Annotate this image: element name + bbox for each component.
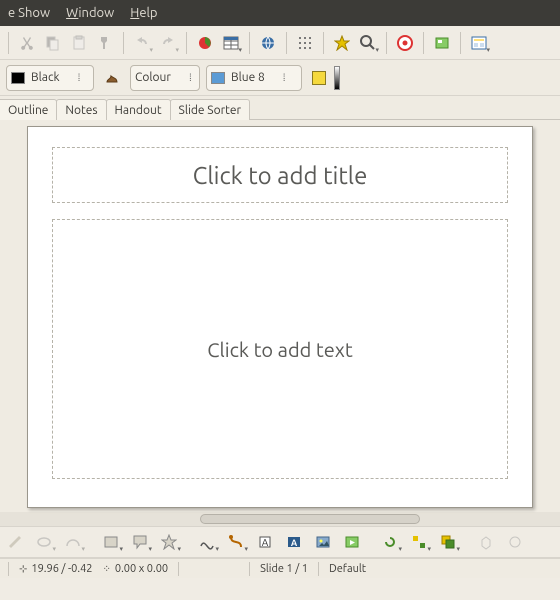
menu-window[interactable]: Window [58,2,122,24]
chevron-down-icon: ⁞ [66,72,81,84]
chevron-down-icon: ⁞ [271,72,286,84]
rotate-tool[interactable]: ▾ [377,530,403,554]
fill-color-label: Blue 8 [231,71,265,84]
menu-slideshow[interactable]: e Show [0,2,58,24]
separator [386,32,387,54]
status-template: Default [329,563,366,575]
separator [178,562,179,576]
table-button[interactable]: ▾ [219,31,243,55]
chart-button[interactable] [193,31,217,55]
menu-help[interactable]: Help [122,2,165,24]
separator [286,32,287,54]
title-placeholder[interactable]: Click to add title [52,147,508,203]
gradient-indicator [334,66,340,90]
rectangle-tool[interactable]: ▾ [98,530,124,554]
help-button[interactable] [393,31,417,55]
separator [249,32,250,54]
separator [8,32,9,54]
separator [318,562,319,576]
line-color-swatch [11,72,25,84]
curve-tool[interactable]: ▾ [194,530,220,554]
menubar: e Show Window Help [0,0,560,26]
separator [423,32,424,54]
navigator-button[interactable] [330,31,354,55]
drawing-toolbar: ▾ ▾ ▾ ▾ ▾ ▾ ▾ A A ▾ ▾ ▾ [0,526,560,558]
view-tabs: Outline Notes Handout Slide Sorter [0,96,560,120]
line-tool[interactable] [2,530,28,554]
slide-layout-button[interactable]: ▾ [467,31,491,55]
format-paintbrush-button[interactable] [93,31,117,55]
svg-text:A: A [291,538,298,548]
separator [89,531,95,553]
tab-outline[interactable]: Outline [0,99,57,120]
cut-button[interactable] [15,31,39,55]
redo-button[interactable]: ▾ [156,31,180,55]
arc-tool[interactable]: ▾ [60,530,86,554]
text-tool[interactable]: A [252,530,278,554]
paste-button[interactable] [67,31,91,55]
align-tool[interactable]: ▾ [406,530,432,554]
fill-mode-selector[interactable]: Colour ⁞ [130,65,200,91]
separator [368,531,374,553]
standard-toolbar: ▾ ▾ ▾ ▾ ▾ [0,26,560,60]
status-slide-number: Slide 1 / 1 [260,563,308,575]
chevron-down-icon: ⁞ [177,72,192,84]
separator [185,531,191,553]
separator [123,32,124,54]
separator [186,32,187,54]
gallery-button[interactable] [430,31,454,55]
grid-button[interactable] [293,31,317,55]
slide-canvas-area: Click to add title Click to add text [0,120,560,512]
fontwork-tool[interactable]: A [281,530,307,554]
fill-mode-label: Colour [135,71,171,84]
content-placeholder-text: Click to add text [207,338,353,361]
connector-tool[interactable]: ▾ [223,530,249,554]
scrollbar-thumb[interactable] [200,514,420,524]
horizontal-scrollbar[interactable] [0,512,560,526]
status-cursor-position: ⊹ 19.96 / -0.42 [19,563,93,575]
ellipse-tool[interactable]: ▾ [31,530,57,554]
insert-movie-tool[interactable] [339,530,365,554]
status-object-size: ⁘ 0.00 x 0.00 [103,563,169,575]
line-color-selector[interactable]: Black ⁞ [6,65,94,91]
svg-text:A: A [262,537,269,548]
title-placeholder-text: Click to add title [193,162,368,189]
copy-button[interactable] [41,31,65,55]
separator [249,562,250,576]
area-style-button[interactable] [100,66,124,90]
position-icon: ⊹ [19,563,27,575]
shadow-button[interactable] [312,71,326,85]
star-tool[interactable]: ▾ [156,530,182,554]
statusbar: ⊹ 19.96 / -0.42 ⁘ 0.00 x 0.00 Slide 1 / … [0,558,560,578]
separator [460,32,461,54]
insert-image-tool[interactable] [310,530,336,554]
undo-button[interactable]: ▾ [130,31,154,55]
zoom-button[interactable]: ▾ [356,31,380,55]
callout-tool[interactable]: ▾ [127,530,153,554]
line-fill-toolbar: Black ⁞ Colour ⁞ Blue 8 ⁞ [0,60,560,96]
line-color-label: Black [31,71,60,84]
extrusion-tool[interactable] [473,530,499,554]
tab-handout[interactable]: Handout [106,99,171,120]
fill-color-swatch [211,72,225,84]
fill-color-selector[interactable]: Blue 8 ⁞ [206,65,302,91]
tab-slide-sorter[interactable]: Slide Sorter [170,99,250,120]
interaction-tool[interactable] [502,530,528,554]
separator [323,32,324,54]
separator [8,562,9,576]
separator [464,531,470,553]
size-icon: ⁘ [103,563,111,575]
tab-notes[interactable]: Notes [56,99,106,120]
slide[interactable]: Click to add title Click to add text [27,126,533,508]
arrange-tool[interactable]: ▾ [435,530,461,554]
hyperlink-button[interactable] [256,31,280,55]
content-placeholder[interactable]: Click to add text [52,219,508,479]
